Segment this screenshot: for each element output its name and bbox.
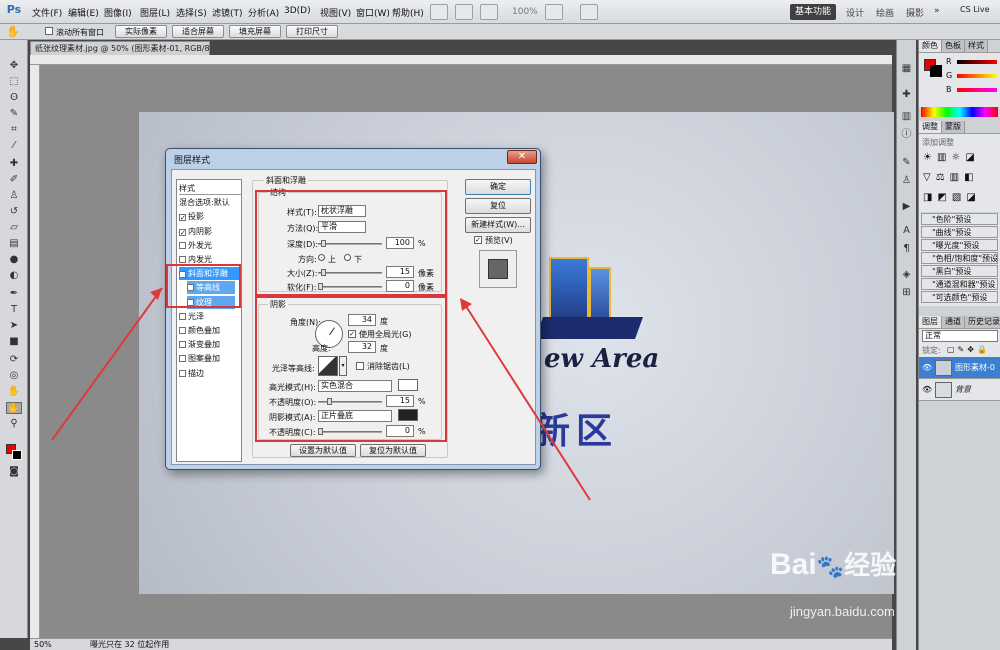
watermark-url: jingyan.baidu.com (790, 604, 895, 619)
annotation-arrowhead-right (460, 298, 472, 311)
watermark-brand: Bai🐾经验 (770, 545, 896, 582)
annotation-arrowhead-left (150, 288, 162, 300)
annotation-arrow-right (461, 299, 591, 501)
paw-icon: 🐾 (816, 554, 845, 579)
watermark-brand-text: Bai (770, 548, 817, 581)
watermark-brand-text-2: 经验 (844, 550, 897, 580)
annotation-arrow-left (51, 287, 163, 441)
